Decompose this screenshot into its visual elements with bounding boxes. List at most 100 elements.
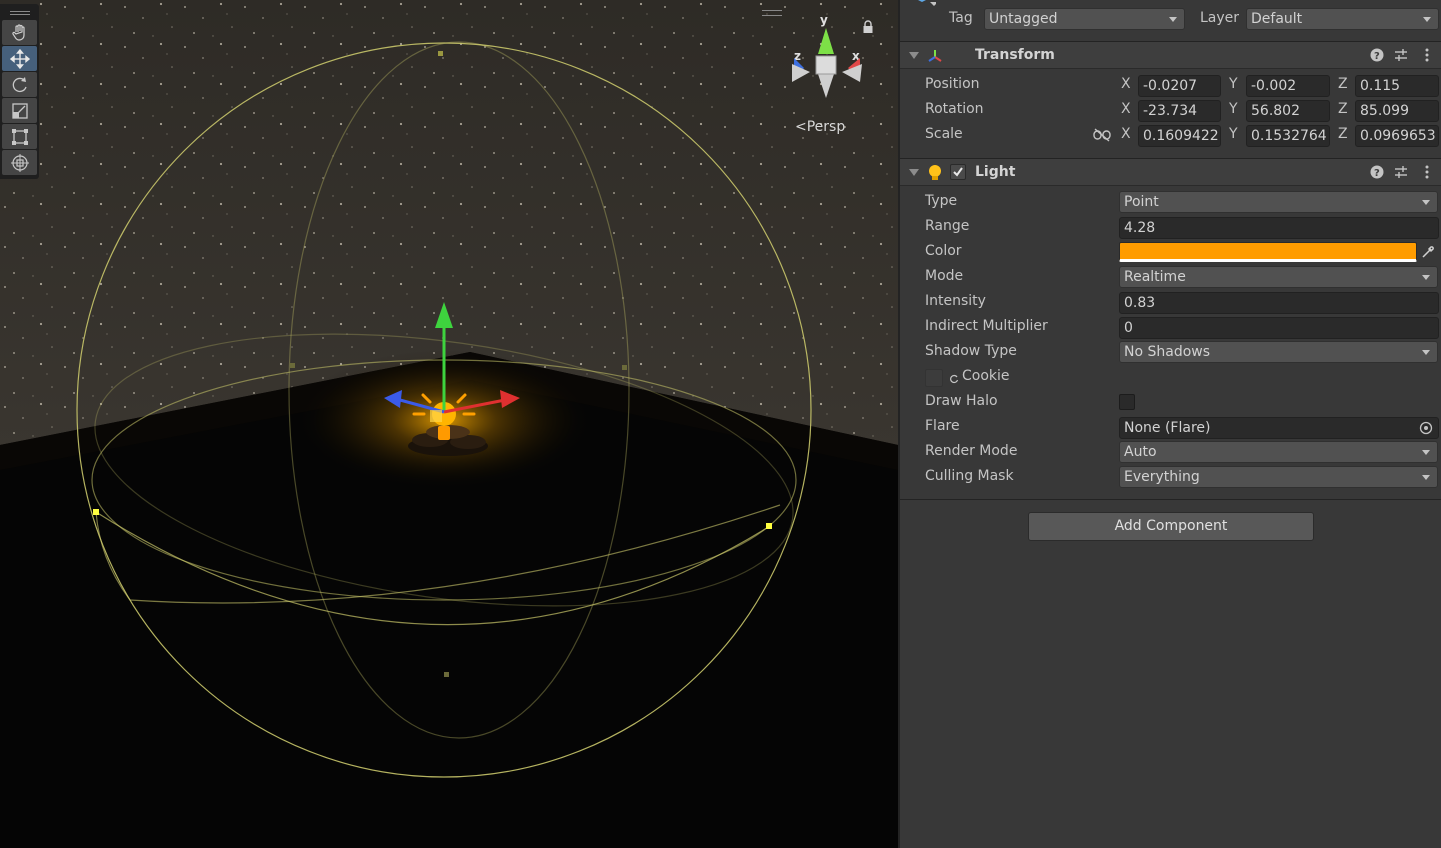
color-label: Color xyxy=(925,243,962,259)
object-picker-icon[interactable] xyxy=(1419,421,1433,435)
rotation-y-field[interactable]: 56.802 xyxy=(1246,100,1330,122)
tag-layer-row: Tag Untagged Layer Default xyxy=(900,6,1441,32)
layer-value: Default xyxy=(1251,11,1303,27)
shadow-type-dropdown[interactable]: No Shadows xyxy=(1119,341,1438,363)
light-bulb-icon xyxy=(929,165,941,180)
culling-mask-value: Everything xyxy=(1124,469,1200,485)
transform-icon xyxy=(928,50,942,62)
type-dropdown[interactable]: Point xyxy=(1119,191,1438,213)
flare-object-field[interactable]: None (Flare) xyxy=(1119,417,1439,439)
tag-value: Untagged xyxy=(989,11,1058,27)
position-y-axis[interactable]: Y xyxy=(1229,76,1238,92)
position-z-field[interactable]: 0.115 xyxy=(1355,75,1439,97)
shadow-type-value: No Shadows xyxy=(1124,344,1211,360)
foldout-arrow-icon[interactable] xyxy=(909,52,919,59)
scale-x-field[interactable]: 0.1609422 xyxy=(1138,125,1221,147)
position-x-field[interactable]: -0.0207 xyxy=(1138,75,1221,97)
chevron-down-icon xyxy=(1422,275,1430,280)
rotation-label: Rotation xyxy=(925,101,984,117)
mode-value: Realtime xyxy=(1124,269,1186,285)
render-mode-dropdown[interactable]: Auto xyxy=(1119,441,1438,463)
rotation-z-axis[interactable]: Z xyxy=(1338,101,1348,117)
shadow-type-label: Shadow Type xyxy=(925,343,1017,359)
indirect-multiplier-label[interactable]: Indirect Multiplier xyxy=(925,318,1048,334)
scale-y-axis[interactable]: Y xyxy=(1229,126,1238,142)
indirect-multiplier-field[interactable]: 0 xyxy=(1119,317,1439,339)
position-x-axis[interactable]: X xyxy=(1121,76,1131,92)
color-swatch[interactable] xyxy=(1119,242,1417,262)
scale-z-field[interactable]: 0.0969653 xyxy=(1355,125,1439,147)
presets-icon[interactable] xyxy=(1394,48,1408,62)
mode-label: Mode xyxy=(925,268,964,284)
culling-mask-dropdown[interactable]: Everything xyxy=(1119,466,1438,488)
layer-label: Layer xyxy=(1200,10,1240,26)
cookie-refresh-icon xyxy=(950,374,959,384)
help-icon[interactable]: ? xyxy=(1370,165,1384,179)
cookie-toggle[interactable] xyxy=(925,369,943,387)
light-enabled-checkbox[interactable] xyxy=(950,164,966,180)
add-component-button[interactable]: Add Component xyxy=(1028,512,1314,541)
projection-toggle[interactable]: <Persp xyxy=(795,119,845,135)
tag-dropdown[interactable]: Untagged xyxy=(984,8,1185,30)
cookie-label: Cookie xyxy=(962,368,1010,384)
range-field[interactable]: 4.28 xyxy=(1119,217,1439,239)
chevron-down-icon xyxy=(1422,200,1430,205)
eyedropper-icon[interactable] xyxy=(1420,244,1436,260)
presets-icon[interactable] xyxy=(1394,165,1408,179)
chevron-down-icon xyxy=(1422,350,1430,355)
persp-chevron-icon: < xyxy=(795,119,807,135)
hand-icon xyxy=(11,23,25,41)
kebab-menu-icon[interactable] xyxy=(1420,165,1434,179)
flare-value: None (Flare) xyxy=(1124,420,1211,436)
move-tool-button[interactable] xyxy=(2,46,37,71)
draw-halo-label: Draw Halo xyxy=(925,393,998,409)
scale-tool-button[interactable] xyxy=(2,98,37,123)
layer-dropdown[interactable]: Default xyxy=(1246,8,1439,30)
range-label[interactable]: Range xyxy=(925,218,969,234)
transform-tool-button[interactable] xyxy=(2,150,37,175)
scene-canvas[interactable] xyxy=(0,0,898,848)
scale-x-axis[interactable]: X xyxy=(1121,126,1131,142)
light-title: Light xyxy=(975,164,1016,180)
draw-halo-checkbox[interactable] xyxy=(1119,394,1135,410)
transform-icon xyxy=(10,153,29,172)
divider xyxy=(900,499,1441,500)
scale-z-axis[interactable]: Z xyxy=(1338,126,1348,142)
toolbar-drag-handle[interactable] xyxy=(2,6,37,20)
culling-mask-label: Culling Mask xyxy=(925,468,1014,484)
rotate-tool-button[interactable] xyxy=(2,72,37,97)
light-header[interactable]: Light ? xyxy=(900,158,1441,186)
hand-tool-button[interactable] xyxy=(2,20,37,45)
scale-icon xyxy=(11,102,28,119)
chevron-down-icon xyxy=(1169,17,1177,22)
gizmo-y-label: y xyxy=(820,13,828,27)
move-icon xyxy=(9,48,30,69)
help-icon[interactable]: ? xyxy=(1370,48,1384,62)
position-y-field[interactable]: -0.002 xyxy=(1246,75,1330,97)
render-mode-label: Render Mode xyxy=(925,443,1018,459)
scene-menu-handle[interactable] xyxy=(762,10,782,16)
type-label: Type xyxy=(925,193,958,209)
rotation-y-axis[interactable]: Y xyxy=(1229,101,1238,117)
scale-y-field[interactable]: 0.1532764 xyxy=(1246,125,1330,147)
rotation-z-field[interactable]: 85.099 xyxy=(1355,100,1439,122)
chevron-down-icon xyxy=(1422,475,1430,480)
intensity-field[interactable]: 0.83 xyxy=(1119,292,1439,314)
axis-gizmo-icon[interactable]: y z x xyxy=(780,10,880,120)
type-value: Point xyxy=(1124,194,1159,210)
kebab-menu-icon[interactable] xyxy=(1420,48,1434,62)
scene-tools-toolbar xyxy=(0,4,39,179)
rotation-x-axis[interactable]: X xyxy=(1121,101,1131,117)
transform-header[interactable]: Transform ? xyxy=(900,41,1441,69)
mode-dropdown[interactable]: Realtime xyxy=(1119,266,1438,288)
unlink-scale-icon[interactable] xyxy=(1093,128,1111,142)
position-label: Position xyxy=(925,76,980,92)
scene-view[interactable]: y z x <Persp xyxy=(0,0,898,848)
foldout-arrow-icon[interactable] xyxy=(909,169,919,176)
rotation-x-field[interactable]: -23.734 xyxy=(1138,100,1221,122)
chevron-down-icon xyxy=(1422,450,1430,455)
position-z-axis[interactable]: Z xyxy=(1338,76,1348,92)
rect-tool-button[interactable] xyxy=(2,124,37,149)
intensity-label[interactable]: Intensity xyxy=(925,293,986,309)
scale-label: Scale xyxy=(925,126,963,142)
